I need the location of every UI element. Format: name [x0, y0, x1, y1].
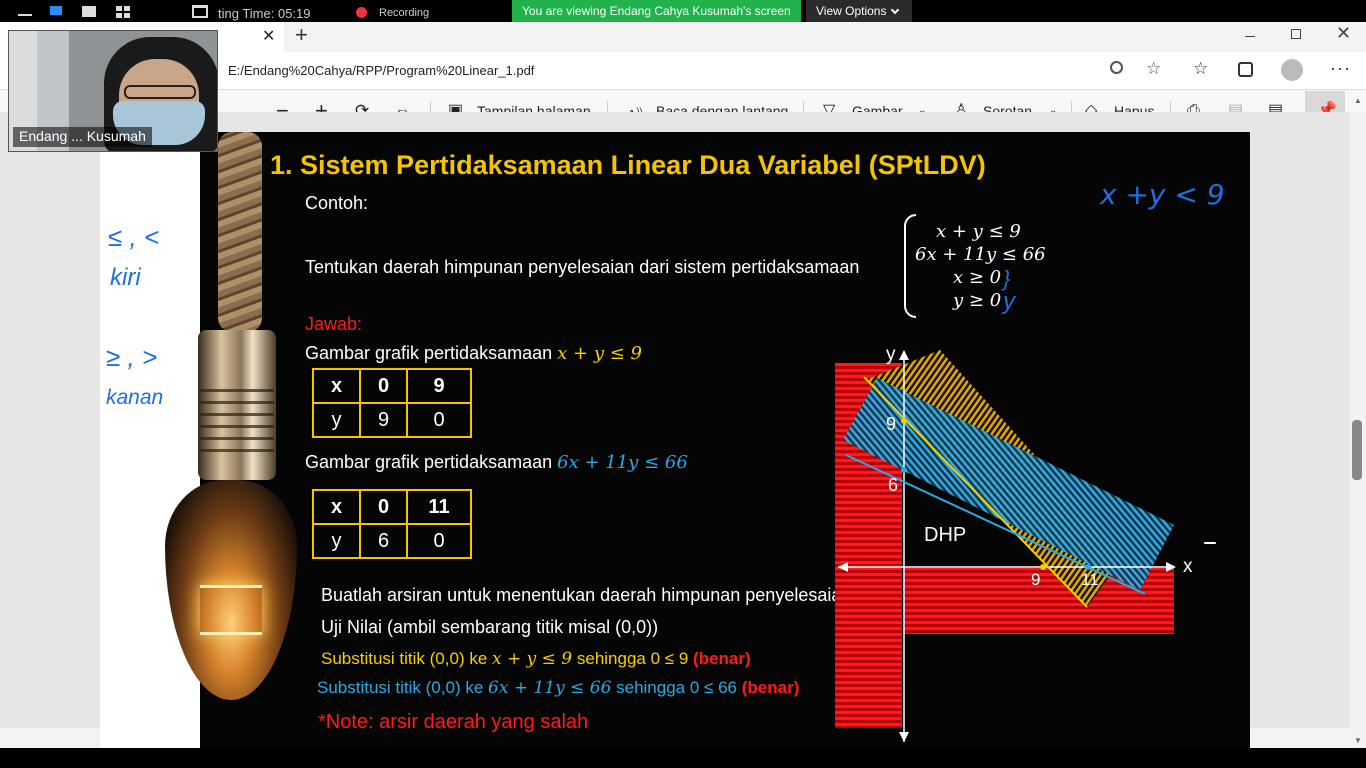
sub1-text: Substitusi titik (0,0) ke [321, 649, 488, 668]
sub2-then: sehingga 0 ≤ 66 [616, 678, 737, 697]
view-options-button[interactable]: View Options [806, 0, 912, 22]
table-cell: 0 [406, 523, 472, 559]
table-line2: x 0 11 y 6 0 [312, 489, 472, 559]
jawab-label: Jawab: [305, 314, 363, 334]
restore-icon[interactable] [1291, 29, 1301, 39]
point-y9 [901, 418, 907, 424]
system-line-1: x + y ≤ 9 [936, 221, 1021, 242]
video-glasses [124, 85, 196, 99]
url-field[interactable]: E:/Endang%20Cahya/RPP/Program%20Linear_1… [228, 63, 534, 78]
new-tab-icon[interactable]: + [295, 22, 308, 48]
y-tick-6: 6 [888, 475, 899, 495]
handwriting-kanan: kanan [106, 386, 164, 409]
contoh-label: Contoh: [305, 193, 369, 213]
view-options-label: View Options [816, 4, 887, 18]
sub2-text: Substitusi titik (0,0) ke [317, 678, 484, 697]
system-line-3: x ≥ 0 [953, 267, 1002, 288]
table-cell: 0 [406, 402, 472, 438]
sub2-expression: 6x + 11y ≤ 66 [488, 678, 612, 698]
sub1-then: sehingga 0 ≤ 9 [576, 649, 689, 668]
record-icon [356, 7, 367, 18]
bulb-filament [200, 585, 262, 635]
bottom-bar [0, 748, 1366, 768]
handwriting-kiri: kiri [110, 264, 141, 291]
graph2-label: Gambar grafik pertidaksamaan [305, 452, 553, 472]
inequality-graph [835, 350, 1176, 742]
add-favorite-icon[interactable]: ☆ [1146, 59, 1161, 79]
speaker-view-icon[interactable] [50, 6, 62, 15]
socket-rings [200, 380, 274, 460]
handwriting-ge-gt: ≥ , > [106, 342, 158, 372]
handwriting-y-mark: y [1003, 288, 1015, 315]
sub1-result: (benar) [693, 649, 751, 668]
x-tick-9: 9 [1031, 570, 1041, 589]
y-axis-arrow-down [899, 732, 909, 742]
meeting-time: ting Time: 05:19 [218, 6, 311, 21]
note-text: *Note: arsir daerah yang salah [318, 711, 589, 733]
participant-name: Endang ... Kusumah [13, 127, 152, 147]
graph2-expression: 6x + 11y ≤ 66 [557, 452, 688, 473]
table-cell: y [312, 402, 361, 438]
slide-title: 1. Sistem Pertidaksamaan Linear Dua Vari… [270, 150, 986, 180]
graph2-heading: Gambar grafik pertidaksamaan 6x + 11y ≤ … [305, 452, 688, 473]
rope-image [218, 132, 262, 332]
substitution-2: Substitusi titik (0,0) ke 6x + 11y ≤ 66 … [317, 678, 799, 698]
substitution-1: Substitusi titik (0,0) ke x + y ≤ 9 sehi… [321, 649, 751, 669]
gallery-view-icon[interactable] [116, 6, 130, 18]
sub1-expression: x + y ≤ 9 [492, 649, 573, 669]
recording-label: Recording [379, 7, 430, 19]
chevron-down-icon [891, 5, 900, 15]
scroll-up-icon[interactable]: ▲ [1354, 96, 1362, 105]
y-axis-arrow [899, 350, 909, 360]
scrollbar-thumb[interactable] [1352, 420, 1362, 480]
handwriting-le-lt: ≤ , < [108, 222, 160, 252]
profile-avatar[interactable] [1281, 59, 1303, 81]
graph1-expression: x + y ≤ 9 [557, 343, 642, 364]
favorites-icon[interactable]: ☆ [1193, 59, 1208, 79]
more-menu-icon[interactable]: ··· [1330, 58, 1351, 79]
scroll-down-icon[interactable]: ▼ [1354, 736, 1362, 745]
thumbnail-view-icon[interactable] [82, 6, 96, 17]
instruction-shading: Buatlah arsiran untuk menentukan daerah … [321, 585, 852, 605]
x-tick-11: 11 [1081, 570, 1099, 589]
graph1-label: Gambar grafik pertidaksamaan [305, 343, 553, 363]
window-close-icon[interactable]: ✕ [1336, 23, 1351, 44]
table-cell: x [312, 368, 361, 404]
table-cell: 11 [406, 489, 472, 525]
screen: ✕ + ✕ E:/Endang%20Cahya/RPP/Program%20Li… [0, 0, 1366, 768]
y-tick-9: 9 [886, 414, 897, 434]
collections-icon[interactable] [1238, 62, 1253, 77]
dhp-label: DHP [924, 524, 967, 546]
table-line1: x 0 9 y 9 0 [312, 368, 472, 438]
table-cell: 6 [359, 523, 408, 559]
instruction-test: Uji Nilai (ambil sembarang titik misal (… [321, 617, 659, 637]
system-brace [904, 214, 916, 318]
minimize-icon[interactable] [1245, 36, 1255, 37]
table-cell: 0 [359, 489, 408, 525]
table-cell: 9 [359, 402, 408, 438]
annotate-icon[interactable] [192, 5, 208, 18]
point-y6 [901, 467, 907, 473]
screen-share-banner: You are viewing Endang Cahya Kusumah's s… [512, 0, 801, 22]
y-axis-label: y [886, 344, 896, 365]
point-x9 [1040, 564, 1046, 570]
sub2-result: (benar) [741, 678, 800, 697]
x-axis-label: x [1183, 556, 1193, 577]
table-cell: 9 [406, 368, 472, 404]
system-line-4: y ≥ 0 [953, 290, 1002, 311]
table-cell: y [312, 523, 361, 559]
table-cell: x [312, 489, 361, 525]
handwriting-inequality: x +y < 9 [1100, 178, 1225, 211]
participant-video[interactable]: Endang ... Kusumah [8, 30, 218, 152]
graph1-heading: Gambar grafik pertidaksamaan x + y ≤ 9 [305, 343, 642, 364]
zoom-icon[interactable] [1110, 61, 1123, 74]
system-line-2: 6x + 11y ≤ 66 [915, 244, 1046, 265]
minimize-video-icon[interactable] [18, 14, 32, 16]
table-cell: 0 [359, 368, 408, 404]
tab-close-icon[interactable]: ✕ [262, 26, 275, 46]
problem-prompt: Tentukan daerah himpunan penyelesaian da… [305, 257, 860, 277]
